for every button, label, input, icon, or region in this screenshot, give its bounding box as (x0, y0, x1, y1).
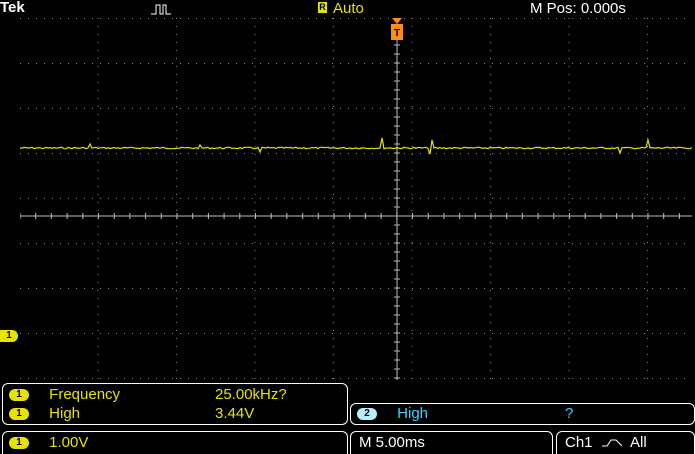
trigger-scope: All (630, 434, 647, 451)
waveform-display: T (20, 18, 692, 380)
measurement-value: 25.00kHz? (215, 386, 287, 403)
measurement-name: High (397, 405, 429, 422)
trigger-state-icon: R (318, 2, 327, 13)
trigger-status-label: Auto (333, 0, 364, 17)
horizontal-position-readout: M Pos: 0.000s (530, 0, 626, 17)
channel-badge: 1 (9, 408, 29, 421)
acquire-run-icon (151, 4, 171, 15)
channel-marker-strip: 1 (0, 18, 20, 380)
measurement-value: ? (565, 405, 574, 422)
measurement-row: 2 High (357, 405, 428, 423)
measurement-row: 1 High (9, 405, 80, 423)
measurement-value: 3.44V (215, 405, 255, 422)
trigger-info-row: Ch1 All (565, 434, 647, 452)
measurement-name: Frequency (49, 386, 121, 403)
vertical-scale-row: 1 1.00V (9, 434, 88, 452)
trigger-slope-icon (601, 439, 623, 447)
measurement-panel-ch2[interactable]: 2 High ? (350, 403, 695, 425)
timebase-value: M 5.00ms (359, 434, 425, 451)
ch1-ground-marker[interactable]: 1 (0, 330, 18, 342)
timebase-readout[interactable]: M 5.00ms (350, 431, 553, 454)
channel-badge: 1 (9, 437, 29, 450)
status-bar: Tek R Auto M Pos: 0.000s (0, 0, 695, 18)
measurement-panel-ch1[interactable]: 1 Frequency 25.00kHz? 1 High 3.44V (2, 383, 348, 425)
svg-text:T: T (394, 28, 400, 39)
measurement-row: 1 Frequency (9, 386, 120, 404)
measurement-name: High (49, 405, 81, 422)
brand-label: Tek (0, 0, 25, 16)
trigger-readout[interactable]: Ch1 All (556, 431, 695, 454)
volts-per-div: 1.00V (49, 434, 89, 451)
trigger-source: Ch1 (565, 434, 593, 451)
ch1-vertical-scale[interactable]: 1 1.00V (2, 431, 348, 454)
channel-badge: 2 (357, 408, 377, 421)
channel-badge: 1 (9, 389, 29, 402)
